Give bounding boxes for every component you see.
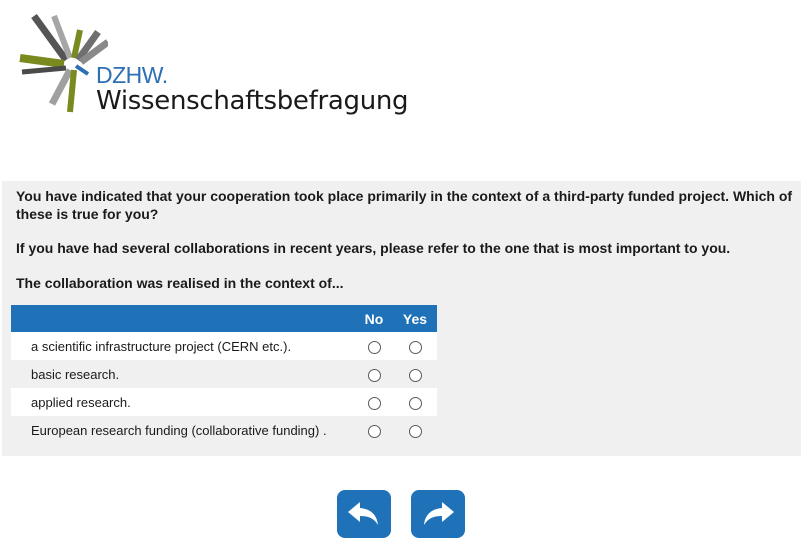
radio-yes[interactable] — [408, 340, 422, 354]
radio-cell-no — [355, 360, 393, 388]
question-panel: You have indicated that your cooperation… — [2, 181, 801, 456]
radio-cell-yes — [393, 388, 437, 416]
radio-cell-no — [355, 416, 393, 444]
radio-no[interactable] — [367, 424, 381, 438]
logo-mark-icon — [19, 13, 108, 113]
grid-row: European research funding (collaborative… — [11, 416, 437, 444]
radio-cell-yes — [393, 332, 437, 360]
arrow-back-icon — [348, 502, 378, 525]
row-label: basic research. — [11, 360, 355, 388]
column-header-no: No — [355, 305, 393, 332]
column-header-yes: Yes — [393, 305, 437, 332]
radio-no[interactable] — [367, 396, 381, 410]
grid-row: applied research. — [11, 388, 437, 416]
answer-grid: No Yes a scientific infrastructure proje… — [11, 305, 437, 444]
question-text: You have indicated that your cooperation… — [16, 188, 793, 222]
grid-header-row: No Yes — [11, 305, 437, 332]
radio-no[interactable] — [367, 368, 381, 382]
grid-header-empty — [11, 305, 355, 332]
row-label: European research funding (collaborative… — [11, 416, 355, 444]
radio-yes[interactable] — [408, 368, 422, 382]
grid-row: a scientific infrastructure project (CER… — [11, 332, 437, 360]
radio-cell-yes — [393, 416, 437, 444]
arrow-forward-icon — [424, 502, 454, 525]
grid-row: basic research. — [11, 360, 437, 388]
question-stem: The collaboration was realised in the co… — [16, 275, 344, 291]
dzhw-logo: DZHW. Wissenschaftsbefragung — [18, 8, 409, 118]
question-instruction: If you have had several collaborations i… — [16, 240, 731, 256]
radio-yes[interactable] — [408, 396, 422, 410]
row-label: applied research. — [11, 388, 355, 416]
next-button[interactable] — [411, 490, 465, 538]
row-label: a scientific infrastructure project (CER… — [11, 332, 355, 360]
radio-no[interactable] — [367, 340, 381, 354]
radio-cell-yes — [393, 360, 437, 388]
logo-subtitle: Wissenschaftsbefragung — [96, 86, 409, 116]
radio-cell-no — [355, 388, 393, 416]
logo-brand-text: DZHW. — [96, 62, 168, 88]
back-button[interactable] — [337, 490, 391, 538]
radio-cell-no — [355, 332, 393, 360]
radio-yes[interactable] — [408, 424, 422, 438]
